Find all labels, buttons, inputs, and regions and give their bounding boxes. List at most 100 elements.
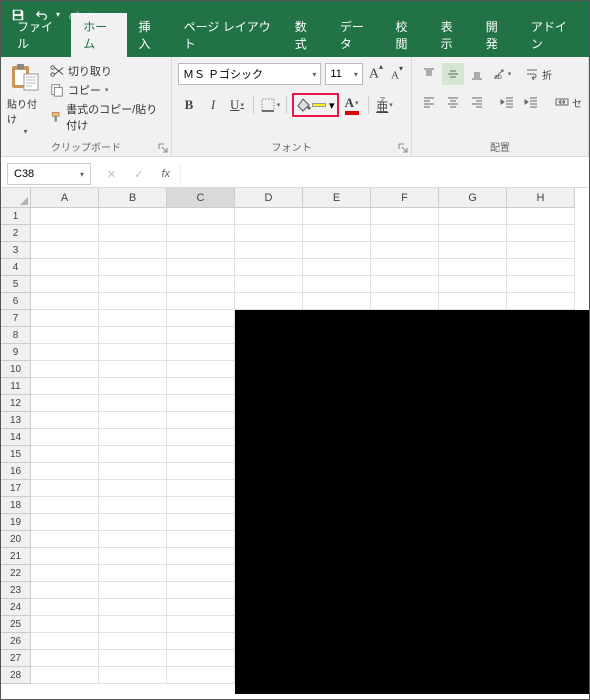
borders-button[interactable]: ▾ bbox=[259, 94, 281, 116]
row-header-8[interactable]: 8 bbox=[1, 327, 31, 344]
cell[interactable] bbox=[371, 242, 439, 259]
cell[interactable] bbox=[31, 412, 99, 429]
cell[interactable] bbox=[235, 242, 303, 259]
cell[interactable] bbox=[167, 429, 235, 446]
cell[interactable] bbox=[303, 276, 371, 293]
col-header-B[interactable]: B bbox=[99, 188, 167, 208]
cell[interactable] bbox=[167, 650, 235, 667]
tab-view[interactable]: 表示 bbox=[429, 13, 474, 57]
row-header-14[interactable]: 14 bbox=[1, 429, 31, 446]
phonetic-guide-button[interactable]: ア亜▾ bbox=[374, 94, 396, 116]
row-header-28[interactable]: 28 bbox=[1, 667, 31, 684]
cell[interactable] bbox=[99, 429, 167, 446]
name-box[interactable]: C38▾ bbox=[7, 163, 91, 185]
cell[interactable] bbox=[99, 259, 167, 276]
cell[interactable] bbox=[31, 650, 99, 667]
cell[interactable] bbox=[167, 497, 235, 514]
row-header-5[interactable]: 5 bbox=[1, 276, 31, 293]
cell[interactable] bbox=[31, 616, 99, 633]
cell[interactable] bbox=[31, 463, 99, 480]
cell[interactable] bbox=[31, 276, 99, 293]
cell[interactable] bbox=[167, 667, 235, 684]
row-header-2[interactable]: 2 bbox=[1, 225, 31, 242]
cell[interactable] bbox=[167, 480, 235, 497]
cell[interactable] bbox=[99, 446, 167, 463]
copy-button[interactable]: コピー ▾ bbox=[50, 82, 165, 98]
paste-dropdown-icon[interactable]: ▾ bbox=[23, 127, 27, 136]
cell[interactable] bbox=[99, 242, 167, 259]
cell[interactable] bbox=[99, 633, 167, 650]
row-header-19[interactable]: 19 bbox=[1, 514, 31, 531]
tab-formulas[interactable]: 数式 bbox=[283, 13, 328, 57]
cell[interactable] bbox=[99, 650, 167, 667]
cell[interactable] bbox=[507, 242, 575, 259]
cell[interactable] bbox=[99, 208, 167, 225]
tab-insert[interactable]: 挿入 bbox=[127, 13, 172, 57]
cell[interactable] bbox=[31, 310, 99, 327]
row-header-27[interactable]: 27 bbox=[1, 650, 31, 667]
cell[interactable] bbox=[507, 259, 575, 276]
clipboard-dialog-launcher-icon[interactable] bbox=[157, 142, 169, 154]
tab-data[interactable]: データ bbox=[328, 13, 384, 57]
increase-font-size-button[interactable]: A▴ bbox=[369, 65, 383, 83]
cell[interactable] bbox=[167, 633, 235, 650]
cell[interactable] bbox=[167, 242, 235, 259]
cell[interactable] bbox=[31, 395, 99, 412]
cell[interactable] bbox=[31, 225, 99, 242]
cell[interactable] bbox=[439, 208, 507, 225]
row-header-7[interactable]: 7 bbox=[1, 310, 31, 327]
cell[interactable] bbox=[371, 276, 439, 293]
formula-bar[interactable] bbox=[180, 163, 589, 185]
row-header-20[interactable]: 20 bbox=[1, 531, 31, 548]
cell[interactable] bbox=[99, 599, 167, 616]
cell[interactable] bbox=[99, 378, 167, 395]
cell[interactable] bbox=[507, 225, 575, 242]
cell[interactable] bbox=[31, 242, 99, 259]
cell[interactable] bbox=[99, 565, 167, 582]
wrap-text-button[interactable]: 折 bbox=[524, 63, 552, 85]
row-header-21[interactable]: 21 bbox=[1, 548, 31, 565]
align-right-button[interactable] bbox=[466, 91, 488, 113]
cell[interactable] bbox=[31, 514, 99, 531]
align-middle-button[interactable] bbox=[442, 63, 464, 85]
select-all-corner[interactable] bbox=[1, 188, 31, 208]
row-header-11[interactable]: 11 bbox=[1, 378, 31, 395]
font-color-button[interactable]: A▾ bbox=[341, 94, 363, 116]
orientation-button[interactable]: ab▾ bbox=[490, 63, 512, 85]
col-header-F[interactable]: F bbox=[371, 188, 439, 208]
bold-button[interactable]: B bbox=[178, 94, 200, 116]
col-header-D[interactable]: D bbox=[235, 188, 303, 208]
cell[interactable] bbox=[31, 531, 99, 548]
cell[interactable] bbox=[99, 582, 167, 599]
cell[interactable] bbox=[371, 208, 439, 225]
cell[interactable] bbox=[167, 344, 235, 361]
cell[interactable] bbox=[31, 633, 99, 650]
merge-center-button[interactable]: セ bbox=[554, 91, 582, 113]
increase-indent-button[interactable] bbox=[520, 91, 542, 113]
cell[interactable] bbox=[99, 361, 167, 378]
cell[interactable] bbox=[31, 446, 99, 463]
cell[interactable] bbox=[167, 514, 235, 531]
cell[interactable] bbox=[99, 667, 167, 684]
cell[interactable] bbox=[99, 327, 167, 344]
col-header-A[interactable]: A bbox=[31, 188, 99, 208]
align-bottom-button[interactable] bbox=[466, 63, 488, 85]
cell[interactable] bbox=[31, 344, 99, 361]
cell[interactable] bbox=[99, 310, 167, 327]
cell[interactable] bbox=[303, 242, 371, 259]
cell[interactable] bbox=[31, 599, 99, 616]
cell[interactable] bbox=[167, 531, 235, 548]
row-header-12[interactable]: 12 bbox=[1, 395, 31, 412]
row-header-3[interactable]: 3 bbox=[1, 242, 31, 259]
tab-page-layout[interactable]: ページ レイアウト bbox=[172, 13, 283, 57]
cell[interactable] bbox=[31, 208, 99, 225]
row-header-26[interactable]: 26 bbox=[1, 633, 31, 650]
cell[interactable] bbox=[303, 208, 371, 225]
cell[interactable] bbox=[167, 327, 235, 344]
cell[interactable] bbox=[31, 667, 99, 684]
align-left-button[interactable] bbox=[418, 91, 440, 113]
cell[interactable] bbox=[167, 259, 235, 276]
cell[interactable] bbox=[99, 344, 167, 361]
italic-button[interactable]: I bbox=[202, 94, 224, 116]
cell[interactable] bbox=[167, 582, 235, 599]
